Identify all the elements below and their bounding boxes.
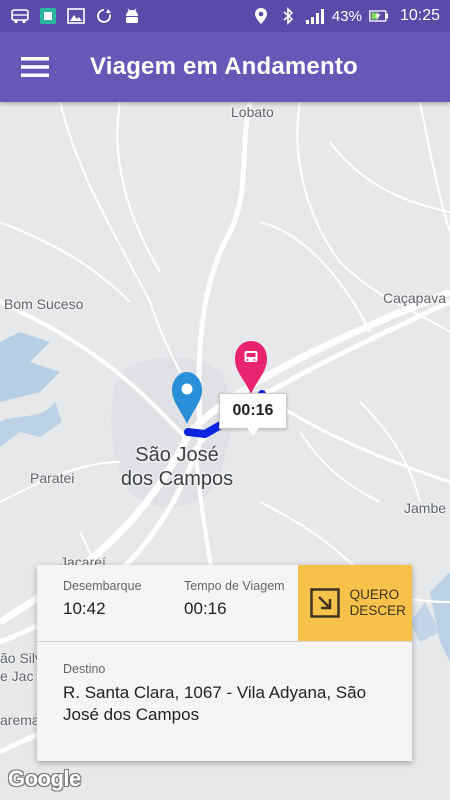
map-label-de-jac: e Jac [0, 668, 34, 684]
battery-charging-icon [369, 7, 389, 25]
location-icon [251, 7, 271, 25]
map-label-lobato: Lobato [231, 104, 274, 120]
sim-icon [38, 7, 58, 25]
destination-pin-icon [235, 341, 267, 394]
map-label-arema: arema [0, 712, 40, 728]
destino-value: R. Santa Clara, 1067 - Vila Adyana, São … [63, 683, 367, 724]
eta-bubble: 00:16 [219, 393, 287, 436]
sync-icon [94, 7, 114, 25]
hamburger-menu-icon [21, 57, 49, 77]
desembarque-label: Desembarque [63, 579, 142, 593]
menu-button[interactable] [0, 32, 70, 102]
desembarque-value: 10:42 [63, 599, 106, 618]
android-icon [122, 7, 142, 25]
clock: 10:25 [399, 7, 440, 24]
quero-descer-label: QUERO DESCER [349, 587, 406, 618]
tempo-viagem-label: Tempo de Viagem [184, 579, 285, 593]
desembarque-field: Desembarque 10:42 [37, 565, 158, 641]
destino-label: Destino [63, 662, 106, 676]
map-label-paratei: Paratei [30, 470, 75, 486]
map-label-bom-suceso: Bom Suceso [4, 296, 84, 312]
map-label-jambe: Jambe [404, 500, 447, 516]
signal-icon [305, 7, 325, 25]
bus-icon [10, 7, 30, 25]
bluetooth-icon [278, 7, 298, 25]
trip-info-card: Desembarque 10:42 Tempo de Viagem 00:16 … [37, 565, 412, 761]
map-label-city: São José dos Campos [120, 444, 234, 490]
battery-percentage: 43% [331, 7, 362, 25]
arrow-down-right-icon [309, 588, 340, 618]
tempo-viagem-value: 00:16 [184, 599, 227, 618]
image-icon [66, 7, 86, 25]
map-label-cacapava: Caçapava [383, 290, 447, 306]
map-label-sao-silv: ão Silv [0, 650, 43, 666]
tempo-viagem-field: Tempo de Viagem 00:16 [158, 565, 298, 641]
app-bar: Viagem em Andamento [0, 32, 450, 102]
status-bar: 43% 10:25 [0, 0, 450, 32]
page-title: Viagem em Andamento [90, 53, 358, 80]
quero-descer-button[interactable]: QUERO DESCER [297, 565, 412, 641]
google-logo: Google [8, 766, 81, 791]
